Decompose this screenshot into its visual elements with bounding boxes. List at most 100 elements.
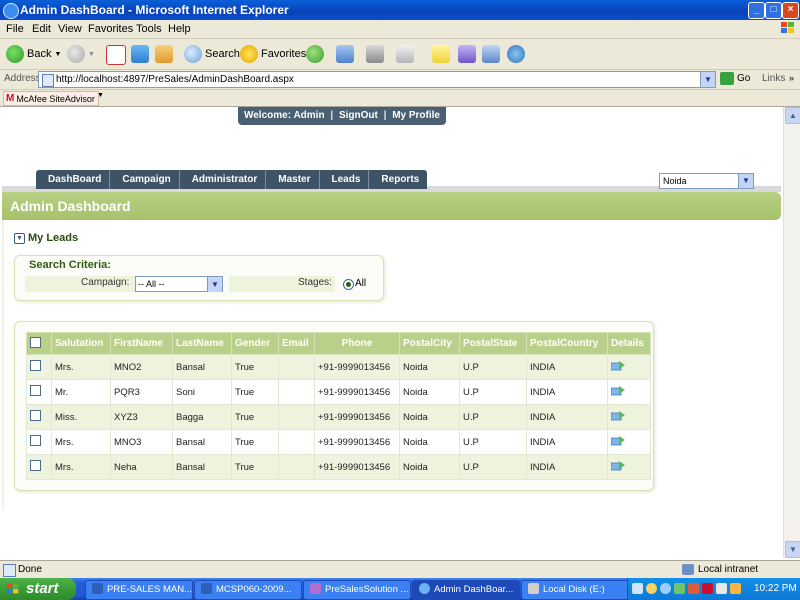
row-checkbox[interactable] [30, 435, 41, 446]
col-email[interactable]: Email [278, 332, 315, 355]
cell-email [278, 404, 315, 430]
back-dropdown-icon[interactable]: ▼ [54, 51, 61, 58]
go-arrow-icon[interactable] [720, 72, 734, 85]
go-button[interactable]: Go [737, 73, 750, 84]
scroll-up-icon[interactable]: ▲ [785, 107, 800, 124]
city-select[interactable]: Noida ▼ [659, 173, 754, 189]
scroll-down-icon[interactable]: ▼ [785, 541, 800, 558]
menu-favorites[interactable]: Favorites [88, 23, 133, 35]
vertical-scrollbar[interactable]: ▲ ▼ [783, 107, 800, 558]
select-all-header [26, 332, 52, 355]
discuss-icon[interactable] [432, 45, 450, 63]
menu-view[interactable]: View [58, 23, 82, 35]
tray-icon-security[interactable] [674, 583, 685, 594]
col-salutation[interactable]: Salutation [51, 332, 111, 355]
col-postalcity[interactable]: PostalCity [399, 332, 460, 355]
network-icon[interactable] [507, 45, 525, 63]
mcafee-dropdown-icon[interactable]: ▼ [97, 92, 104, 99]
stages-all-label[interactable]: All [355, 278, 366, 289]
details-icon[interactable] [611, 360, 625, 371]
campaign-label: Campaign: [81, 277, 130, 288]
taskbar-item-mcsp[interactable]: MCSP060-2009... [194, 580, 302, 600]
favorites-button[interactable]: Favorites [240, 44, 306, 64]
taskbar-item-presalessolution[interactable]: PreSalesSolution ... [303, 580, 411, 600]
row-select-cell [26, 379, 52, 405]
tray-icon-antivirus[interactable] [702, 583, 713, 594]
tray-icon-alert[interactable] [730, 583, 741, 594]
stop-icon[interactable] [106, 45, 126, 65]
nav-dashboard[interactable]: DashBoard [36, 170, 111, 189]
tray-icon-mcafee[interactable] [688, 583, 699, 594]
my-leads-toggle[interactable]: ▼ My Leads [14, 232, 78, 244]
col-phone[interactable]: Phone [314, 332, 400, 355]
menu-file[interactable]: File [6, 23, 24, 35]
window-titlebar[interactable]: Admin DashBoard - Microsoft Internet Exp… [0, 0, 800, 20]
cell-gender: True [231, 404, 279, 430]
close-button[interactable]: × [782, 2, 799, 19]
edit-icon[interactable] [396, 45, 414, 63]
cell-phone: +91-9999013456 [314, 404, 400, 430]
page-icon [42, 74, 54, 87]
details-icon[interactable] [611, 385, 625, 396]
forward-button[interactable]: ▼ [67, 44, 95, 64]
tray-icon-help[interactable] [646, 583, 657, 594]
forward-dropdown-icon[interactable]: ▼ [88, 51, 95, 58]
campaign-select[interactable]: -- All -- ▼ [135, 276, 223, 292]
menu-tools[interactable]: Tools [136, 23, 162, 35]
status-bar: Done Local intranet [0, 560, 800, 579]
col-lastname[interactable]: LastName [172, 332, 232, 355]
stages-all-radio[interactable] [343, 279, 354, 290]
taskbar-item-local-disk[interactable]: Local Disk (E:) [521, 580, 629, 600]
cell-postalstate: U.P [459, 404, 527, 430]
row-checkbox[interactable] [30, 385, 41, 396]
cell-salutation: Mrs. [51, 354, 111, 380]
maximize-button[interactable]: □ [765, 2, 782, 19]
my-profile-link[interactable]: My Profile [392, 110, 440, 121]
cell-lastname: Bansal [172, 429, 232, 455]
tray-icon-keyboard[interactable] [632, 583, 643, 594]
col-postalcountry[interactable]: PostalCountry [526, 332, 608, 355]
media-icon[interactable] [306, 45, 324, 63]
col-gender[interactable]: Gender [231, 332, 279, 355]
col-firstname[interactable]: FirstName [110, 332, 173, 355]
details-icon[interactable] [611, 410, 625, 421]
tray-icon-volume[interactable] [716, 583, 727, 594]
taskbar-item-presales-man[interactable]: PRE-SALES MAN... [85, 580, 193, 600]
col-postalstate[interactable]: PostalState [459, 332, 527, 355]
search-button[interactable]: Search [184, 44, 240, 64]
minimize-button[interactable]: _ [748, 2, 765, 19]
start-button[interactable]: start [0, 578, 76, 600]
col-details[interactable]: Details [607, 332, 651, 355]
nav-campaign[interactable]: Campaign [110, 170, 180, 189]
city-dropdown-icon[interactable]: ▼ [738, 174, 753, 188]
tray-icon-network[interactable] [660, 583, 671, 594]
mcafee-siteadvisor-button[interactable]: M McAfee SiteAdvisor [3, 91, 99, 106]
messenger-icon[interactable] [458, 45, 476, 63]
signout-link[interactable]: SignOut [339, 110, 378, 121]
links-button[interactable]: Links [762, 73, 785, 84]
row-checkbox[interactable] [30, 410, 41, 421]
select-all-checkbox[interactable] [30, 336, 41, 348]
nav-leads[interactable]: Leads [320, 170, 370, 189]
taskbar-item-admin-dashboard[interactable]: Admin DashBoar... [412, 580, 520, 600]
print-icon[interactable] [366, 45, 384, 63]
address-input[interactable]: http://localhost:4897/PreSales/AdminDash… [38, 71, 716, 88]
menu-help[interactable]: Help [168, 23, 191, 35]
back-button[interactable]: Back ▼ [6, 44, 61, 64]
clock[interactable]: 10:22 PM [754, 583, 797, 594]
row-checkbox[interactable] [30, 460, 41, 471]
nav-master[interactable]: Master [266, 170, 320, 189]
row-checkbox[interactable] [30, 360, 41, 371]
menu-edit[interactable]: Edit [32, 23, 51, 35]
details-icon[interactable] [611, 435, 625, 446]
refresh-icon[interactable] [131, 45, 149, 63]
nav-reports[interactable]: Reports [369, 170, 427, 189]
address-dropdown-icon[interactable]: ▼ [700, 72, 715, 87]
details-icon[interactable] [611, 460, 625, 471]
research-icon[interactable] [482, 45, 500, 63]
campaign-dropdown-icon[interactable]: ▼ [207, 277, 222, 292]
home-icon[interactable] [155, 45, 173, 63]
nav-administrator[interactable]: Administrator [180, 170, 267, 189]
links-chevron-icon[interactable]: » [789, 73, 794, 83]
mail-icon[interactable] [336, 45, 354, 63]
